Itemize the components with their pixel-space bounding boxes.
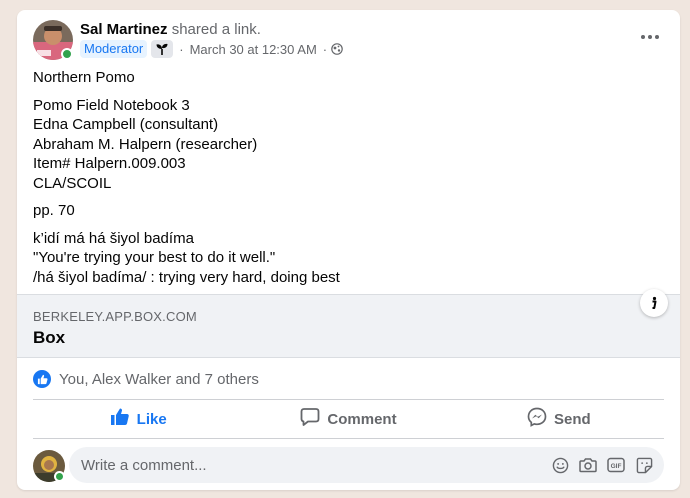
globe-icon[interactable] [331, 43, 343, 55]
post-body: Northern Pomo Pomo Field Notebook 3 Edna… [33, 68, 663, 295]
gif-icon[interactable]: GIF [606, 455, 626, 475]
meta-separator-2: · [322, 41, 328, 57]
author-name[interactable]: Sal Martinez [80, 21, 168, 38]
notebook-paragraph: Pomo Field Notebook 3 Edna Campbell (con… [33, 96, 663, 194]
entry-paragraph: k’idí má há šiyol badíma "You're trying … [33, 229, 663, 288]
notebook-line: Edna Campbell (consultant) [33, 116, 219, 133]
comment-label: Comment [327, 410, 397, 428]
moderator-badge[interactable]: Moderator [80, 40, 148, 58]
post-meta: Moderator · March 30 at 12:30 AM · [80, 40, 343, 58]
meta-separator: · [179, 41, 184, 57]
link-preview[interactable]: BERKELEY.APP.BOX.COM Box [17, 289, 680, 358]
post-action-text: shared a link. [171, 21, 261, 38]
notebook-line: Item# Halpern.009.003 [33, 155, 186, 172]
link-domain: BERKELEY.APP.BOX.COM [33, 309, 197, 324]
reaction-summary[interactable]: You, Alex Walker and 7 others [33, 368, 259, 390]
link-title[interactable]: Box [33, 328, 65, 348]
comment-composer: GIF [33, 447, 664, 483]
notebook-line: Abraham M. Halpern (researcher) [33, 135, 258, 153]
reaction-text[interactable]: You, Alex Walker and 7 others [59, 371, 259, 388]
online-status-dot [61, 48, 73, 60]
sticker-icon[interactable] [634, 455, 654, 475]
thumbs-up-icon [110, 407, 130, 431]
action-bar: Like Comment Send [33, 402, 664, 436]
like-reaction-icon [33, 370, 51, 388]
send-label: Send [553, 410, 591, 428]
divider [33, 399, 664, 400]
sprout-icon[interactable] [151, 40, 174, 58]
entry-line: /há šiyol badíma/ : trying very hard, do… [33, 268, 340, 286]
pages-paragraph: pp. 70 [33, 201, 663, 221]
comment-input[interactable] [69, 456, 550, 474]
comment-button[interactable]: Comment [243, 402, 453, 436]
author-line: Sal Martinez shared a link. [80, 21, 261, 38]
user-online-dot [54, 471, 65, 482]
info-icon[interactable] [640, 289, 668, 317]
emoji-icon[interactable] [550, 455, 570, 475]
svg-text:GIF: GIF [611, 463, 622, 470]
post-timestamp[interactable]: March 30 at 12:30 AM [190, 42, 317, 57]
more-dot [648, 35, 652, 39]
more-dot [641, 35, 645, 39]
divider [33, 438, 664, 439]
post-title-paragraph: Northern Pomo [33, 68, 663, 88]
comment-box: GIF [69, 447, 664, 483]
camera-icon[interactable] [578, 455, 598, 475]
send-button[interactable]: Send [454, 402, 664, 436]
post-header: Sal Martinez shared a link. Moderator · … [17, 10, 680, 66]
like-button[interactable]: Like [33, 402, 243, 436]
more-dot [655, 35, 659, 39]
post-title: Northern Pomo [33, 69, 135, 86]
more-options-button[interactable] [636, 26, 664, 48]
post-card: Sal Martinez shared a link. Moderator · … [17, 10, 680, 490]
pages-line: pp. 70 [33, 202, 75, 219]
messenger-icon [527, 407, 547, 431]
like-label: Like [136, 410, 167, 428]
comment-icon [300, 407, 320, 431]
comment-tools: GIF [550, 455, 664, 475]
entry-line: k’idí má há šiyol badíma [33, 229, 194, 247]
notebook-line: Pomo Field Notebook 3 [33, 96, 190, 114]
entry-line: "You're trying your best to do it well." [33, 249, 276, 266]
notebook-line: CLA/SCOIL [33, 174, 112, 192]
